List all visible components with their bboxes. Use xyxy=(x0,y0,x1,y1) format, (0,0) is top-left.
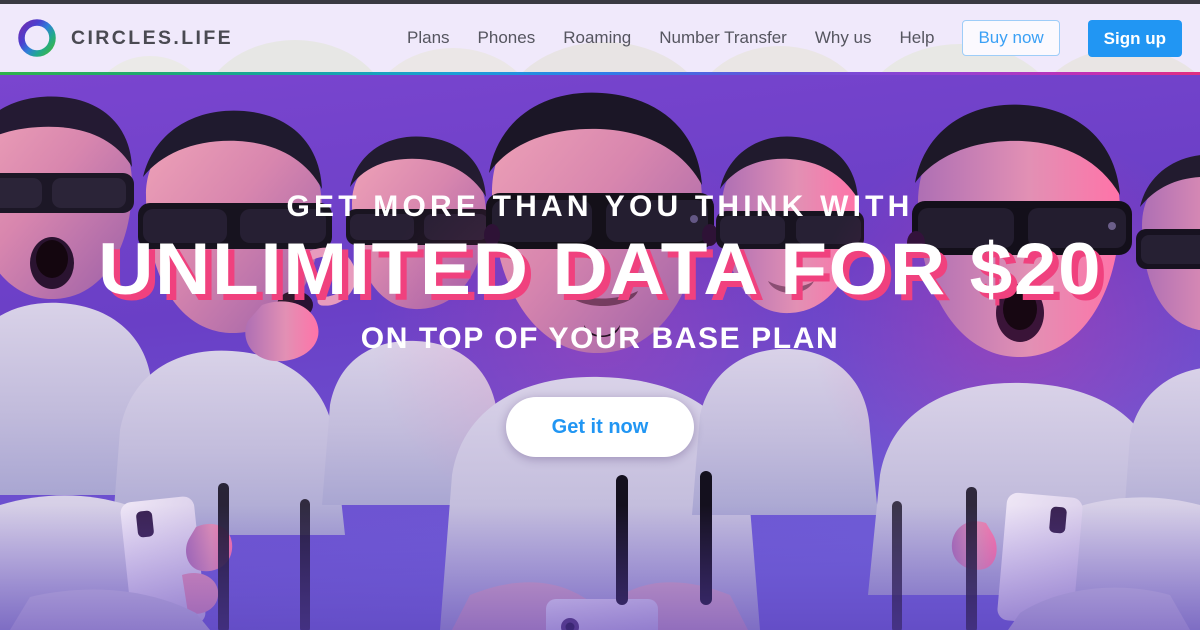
top-edge-strip xyxy=(0,0,1200,4)
hero-eyebrow: GET MORE THAN YOU THINK WITH xyxy=(286,190,914,223)
circle-ring-logo-icon xyxy=(16,17,58,59)
brand-logo-link[interactable]: CIRCLES.LIFE xyxy=(16,17,233,59)
nav-item-number-transfer[interactable]: Number Transfer xyxy=(659,28,787,48)
site-header: CIRCLES.LIFE Plans Phones Roaming Number… xyxy=(0,4,1200,72)
brand-name: CIRCLES.LIFE xyxy=(71,26,234,49)
hero-subheadline: ON TOP OF YOUR BASE PLAN xyxy=(360,322,840,355)
get-it-now-button[interactable]: Get it now xyxy=(505,397,695,457)
hero-banner: GET MORE THAN YOU THINK WITH UNLIMITED D… xyxy=(0,75,1200,630)
buy-now-button[interactable]: Buy now xyxy=(962,20,1060,56)
nav-item-phones[interactable]: Phones xyxy=(478,28,536,48)
header-gradient-divider xyxy=(0,72,1200,75)
main-navigation: Plans Phones Roaming Number Transfer Why… xyxy=(407,19,1182,57)
nav-item-roaming[interactable]: Roaming xyxy=(563,28,631,48)
nav-item-why-us[interactable]: Why us xyxy=(815,28,872,48)
nav-item-plans[interactable]: Plans xyxy=(407,28,450,48)
hero-headline: UNLIMITED DATA FOR $20 xyxy=(97,229,1103,310)
nav-item-help[interactable]: Help xyxy=(900,28,935,48)
sign-up-button[interactable]: Sign up xyxy=(1087,19,1182,57)
page-root: CIRCLES.LIFE Plans Phones Roaming Number… xyxy=(0,0,1200,630)
